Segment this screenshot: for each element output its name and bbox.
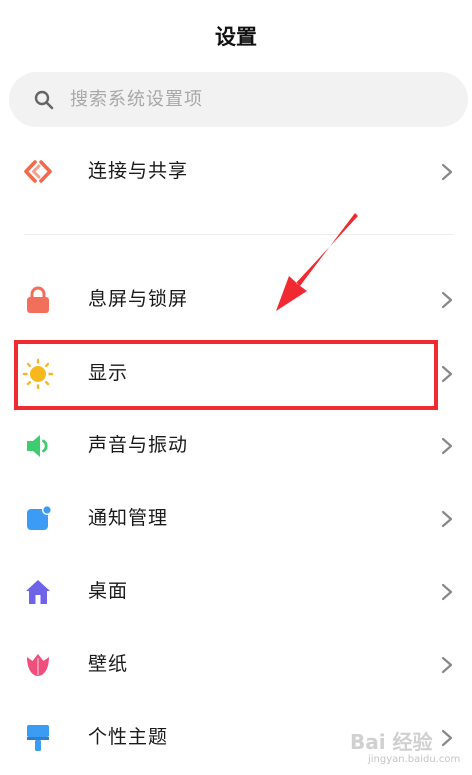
search-input[interactable]: 搜索系统设置项: [70, 72, 203, 127]
chevron-right-icon: [441, 365, 453, 383]
watermark-logo: Bai 经验 jingyan.baidu.com: [350, 722, 470, 772]
notification-icon: [27, 505, 52, 530]
settings-item-label: 通知管理: [88, 507, 169, 529]
settings-item-label: 息屏与锁屏: [88, 288, 189, 310]
settings-item-home-screen[interactable]: 桌面: [0, 559, 472, 623]
settings-item-label: 声音与振动: [88, 434, 189, 456]
watermark-url: jingyan.baidu.com: [368, 754, 461, 765]
settings-item-wallpaper[interactable]: 壁纸: [0, 632, 472, 696]
settings-item-lock-screen[interactable]: 息屏与锁屏: [0, 267, 472, 331]
speaker-icon: [27, 435, 48, 457]
chevron-right-icon: [441, 291, 453, 309]
lock-icon: [27, 286, 49, 313]
chevron-right-icon: [441, 583, 453, 601]
search-icon: [34, 90, 54, 110]
search-bar[interactable]: 搜索系统设置项: [9, 72, 468, 127]
settings-item-connection-sharing[interactable]: 连接与共享: [0, 139, 472, 203]
settings-item-notifications[interactable]: 通知管理: [0, 486, 472, 550]
share-link-icon: [24, 160, 52, 183]
annotation-highlight-box: [14, 340, 438, 410]
settings-item-label: 连接与共享: [88, 160, 189, 182]
settings-item-sound-vibration[interactable]: 声音与振动: [0, 413, 472, 477]
chevron-right-icon: [441, 510, 453, 528]
tulip-icon: [27, 654, 49, 676]
settings-item-label: 桌面: [88, 580, 129, 602]
chevron-right-icon: [441, 656, 453, 674]
paintbrush-icon: [27, 725, 49, 751]
chevron-right-icon: [441, 163, 453, 181]
chevron-right-icon: [441, 437, 453, 455]
page-title: 设置: [215, 25, 257, 49]
watermark-text: Bai 经验: [350, 730, 433, 754]
settings-item-label: 个性主题: [88, 726, 169, 748]
section-divider: [24, 234, 454, 235]
settings-item-label: 壁纸: [88, 653, 129, 675]
home-icon: [26, 580, 50, 604]
